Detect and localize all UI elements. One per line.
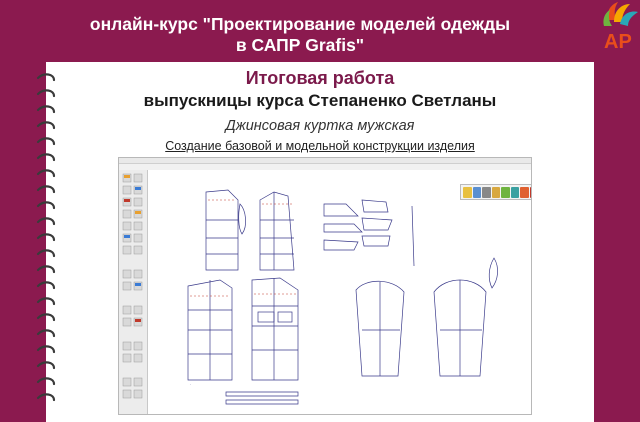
fit-icon[interactable] (520, 186, 529, 198)
cad-app-window: · (118, 157, 532, 415)
pattern-drawing: · (187, 189, 498, 405)
left-tool-palette (119, 170, 148, 414)
page-header-title: онлайн-курс "Проектирование моделей одеж… (0, 14, 600, 56)
header-title-line2: в САПР Grafis" (235, 35, 365, 55)
garment-name: Джинсовая куртка мужская (225, 118, 415, 134)
work-description: Создание базовой и модельной конструкции… (46, 139, 594, 153)
work-description-text: Создание базовой и модельной конструкции… (165, 139, 475, 153)
floating-toolbar (460, 184, 531, 200)
open-icon[interactable] (472, 186, 481, 198)
print-icon[interactable] (482, 186, 491, 198)
save-icon[interactable] (463, 186, 472, 198)
pattern-drawing-canvas[interactable]: · (148, 170, 531, 414)
dimension-label: · (190, 383, 191, 387)
zoom-in-icon[interactable] (501, 186, 510, 198)
zoom-out-icon[interactable] (510, 186, 519, 198)
folder-icon[interactable] (491, 186, 500, 198)
card-subheading: выпускницы курса Степаненко Светланы (143, 91, 497, 110)
card-heading: Итоговая работа (245, 68, 395, 88)
color-icon[interactable] (529, 186, 531, 198)
header-title-line1: онлайн-курс "Проектирование моделей одеж… (89, 14, 511, 34)
course-logo-icon: AP (603, 2, 638, 53)
svg-text:AP: AP (604, 31, 632, 53)
tool-palette-icons[interactable] (119, 170, 147, 414)
